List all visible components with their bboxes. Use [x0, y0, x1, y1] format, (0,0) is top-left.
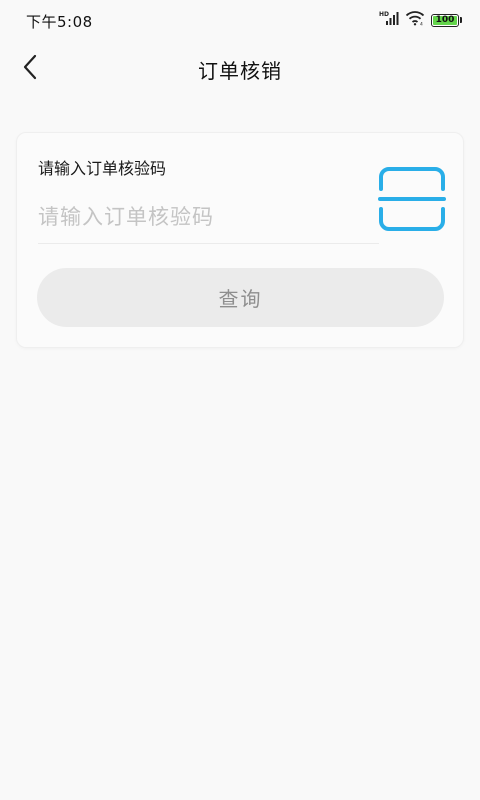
status-icons: HD 4 100	[379, 11, 462, 29]
battery-icon: 100	[431, 13, 459, 27]
nav-bar: 订单核销	[0, 40, 480, 100]
status-bar: 下午5:08 HD 4 100	[0, 0, 480, 40]
verification-code-input[interactable]	[38, 191, 379, 244]
code-field-label: 请输入订单核验码	[38, 159, 167, 178]
status-time: 下午5:08	[26, 13, 93, 31]
verification-card: 请输入订单核验码 查询	[16, 132, 464, 348]
page-title: 订单核销	[198, 59, 282, 83]
hd-signal-icon: HD	[379, 10, 399, 30]
svg-text:4: 4	[420, 22, 423, 27]
wifi-icon: 4	[405, 10, 425, 30]
svg-text:HD: HD	[379, 11, 389, 18]
query-button[interactable]: 查询	[37, 268, 444, 327]
scan-button[interactable]	[378, 166, 446, 232]
scan-code-icon	[378, 167, 446, 236]
battery-level: 100	[435, 14, 455, 25]
